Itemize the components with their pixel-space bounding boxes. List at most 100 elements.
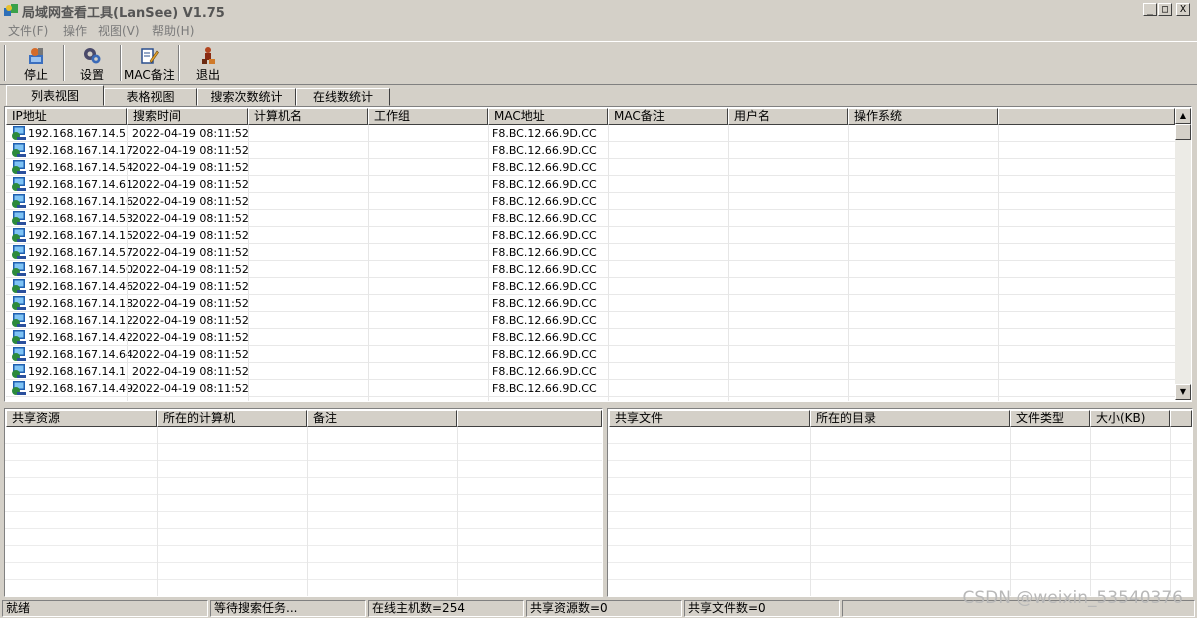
menu-operate[interactable]: 操作	[63, 22, 87, 39]
column-header-file-type[interactable]: 文件类型	[1010, 410, 1090, 427]
host-row[interactable]: 192.168.167.14.1 2022-04-19 08:11:52 F8.BC…	[6, 363, 1176, 380]
stop-button[interactable]: 停止	[14, 44, 58, 84]
cell-search-time: 2022-04-19 08:11:52	[132, 144, 249, 157]
grid-row-line	[608, 460, 1192, 461]
host-row[interactable]: 192.168.167.14.64 2022-04-19 08:11:52 F8.B…	[6, 346, 1176, 363]
host-row[interactable]: 192.168.167.14.12 2022-04-19 08:11:52 F8.B…	[6, 312, 1176, 329]
watermark: CSDN @weixin_53540376	[962, 588, 1183, 608]
computer-icon	[12, 262, 26, 276]
vertical-scrollbar[interactable]: ▲ ▼	[1175, 108, 1191, 400]
toolbar-grip	[4, 45, 6, 81]
status-file-count: 共享文件数=0	[684, 600, 840, 617]
shared-files-list[interactable]: 共享文件 所在的目录 文件类型 大小(KB)	[607, 408, 1193, 597]
column-divider	[307, 427, 308, 596]
column-header-ip[interactable]: IP地址	[6, 108, 127, 125]
grid-row-line	[5, 494, 602, 495]
column-header-directory[interactable]: 所在的目录	[810, 410, 1010, 427]
column-divider	[998, 125, 999, 401]
menu-view[interactable]: 视图(V)	[98, 22, 140, 39]
cell-ip: 192.168.167.14.16	[28, 195, 133, 208]
cell-mac: F8.BC.12.66.9D.CC	[492, 314, 597, 327]
cell-search-time: 2022-04-19 08:11:52	[132, 314, 249, 327]
cell-search-time: 2022-04-19 08:11:52	[132, 161, 249, 174]
host-row[interactable]: 192.168.167.14.54 2022-04-19 08:11:52 F8.B…	[6, 159, 1176, 176]
host-row[interactable]: 192.168.167.14.18 2022-04-19 08:11:52 F8.B…	[6, 295, 1176, 312]
cell-search-time: 2022-04-19 08:11:52	[132, 280, 249, 293]
host-row[interactable]: 192.168.167.14.50 2022-04-19 08:11:52 F8.B…	[6, 261, 1176, 278]
toolbar-separator	[178, 45, 180, 81]
column-header-mac-note[interactable]: MAC备注	[608, 108, 728, 125]
scroll-down-button[interactable]: ▼	[1175, 384, 1191, 400]
cell-ip: 192.168.167.14.54	[28, 161, 133, 174]
settings-icon	[84, 48, 101, 64]
scroll-thumb[interactable]	[1175, 124, 1191, 140]
host-row[interactable]: 192.168.167.14.46 2022-04-19 08:11:52 F8.B…	[6, 278, 1176, 295]
grid-row-line	[608, 579, 1192, 580]
cell-mac: F8.BC.12.66.9D.CC	[492, 144, 597, 157]
column-header-search-time[interactable]: 搜索时间	[127, 108, 248, 125]
cell-search-time: 2022-04-19 08:11:52	[132, 297, 249, 310]
status-share-count: 共享资源数=0	[526, 600, 682, 617]
menu-file[interactable]: 文件(F)	[8, 22, 48, 39]
computer-icon	[12, 160, 26, 174]
column-header-mac[interactable]: MAC地址	[488, 108, 608, 125]
column-header-share[interactable]: 共享资源	[6, 410, 157, 427]
host-row[interactable]: 192.168.167.14.61 2022-04-19 08:11:52 F8.B…	[6, 176, 1176, 193]
exit-icon	[202, 47, 215, 64]
menu-help[interactable]: 帮助(H)	[152, 22, 194, 39]
settings-label: 设置	[79, 68, 104, 82]
cell-ip: 192.168.167.14.50	[28, 263, 133, 276]
host-list[interactable]: IP地址 搜索时间 计算机名 工作组 MAC地址 MAC备注 用户名 操作系统 …	[4, 106, 1192, 402]
host-row[interactable]: 192.168.167.14.53 2022-04-19 08:11:52 F8.B…	[6, 210, 1176, 227]
close-button[interactable]: X	[1176, 3, 1190, 16]
minimize-button[interactable]: _	[1143, 3, 1157, 16]
exit-button[interactable]: 退出	[186, 44, 230, 84]
column-header-note[interactable]: 备注	[307, 410, 457, 427]
computer-icon	[12, 211, 26, 225]
cell-ip: 192.168.167.14.17	[28, 144, 133, 157]
host-row[interactable]: 192.168.167.14.5 2022-04-19 08:11:52 F8.BC…	[6, 125, 1176, 142]
computer-icon	[12, 381, 26, 395]
scroll-up-button[interactable]: ▲	[1175, 108, 1191, 124]
tab-table-view[interactable]: 表格视图	[104, 88, 197, 106]
host-row[interactable]: 192.168.167.14.57 2022-04-19 08:11:52 F8.B…	[6, 244, 1176, 261]
cell-ip: 192.168.167.14.5	[28, 127, 126, 140]
cell-mac: F8.BC.12.66.9D.CC	[492, 382, 597, 395]
tab-search-count[interactable]: 搜索次数统计	[197, 88, 296, 106]
cell-search-time: 2022-04-19 08:11:52	[132, 263, 249, 276]
column-header-host-computer[interactable]: 所在的计算机	[157, 410, 307, 427]
grid-row-line	[5, 579, 602, 580]
cell-search-time: 2022-04-19 08:11:52	[132, 331, 249, 344]
grid-row-line	[5, 443, 602, 444]
tab-list-view[interactable]: 列表视图	[6, 85, 104, 106]
settings-button[interactable]: 设置	[70, 44, 114, 84]
column-header-file[interactable]: 共享文件	[609, 410, 810, 427]
title-bar[interactable]: 局域网查看工具(LanSee) V1.75 _ □ X	[0, 0, 1197, 21]
column-header-computer-name[interactable]: 计算机名	[248, 108, 368, 125]
column-header-os[interactable]: 操作系统	[848, 108, 998, 125]
column-divider	[1010, 427, 1011, 596]
host-row[interactable]: 192.168.167.14.15 2022-04-19 08:11:52 F8.B…	[6, 227, 1176, 244]
mac-note-button[interactable]: MAC备注	[124, 44, 175, 84]
stop-label: 停止	[23, 68, 48, 82]
cell-ip: 192.168.167.14.61	[28, 178, 133, 191]
grid-row-line	[608, 528, 1192, 529]
cell-ip: 192.168.167.14.49	[28, 382, 133, 395]
host-row[interactable]: 192.168.167.14.42 2022-04-19 08:11:52 F8.B…	[6, 329, 1176, 346]
grid-row-line	[608, 511, 1192, 512]
host-row[interactable]: 192.168.167.14.49 2022-04-19 08:11:52 F8.B…	[6, 380, 1176, 397]
column-header-workgroup[interactable]: 工作组	[368, 108, 488, 125]
maximize-button[interactable]: □	[1158, 3, 1172, 16]
computer-icon	[12, 228, 26, 242]
computer-icon	[12, 279, 26, 293]
column-header-user[interactable]: 用户名	[728, 108, 848, 125]
app-icon	[4, 4, 18, 16]
shared-resources-list[interactable]: 共享资源 所在的计算机 备注	[4, 408, 603, 597]
column-header-size[interactable]: 大小(KB)	[1090, 410, 1170, 427]
grid-row-line	[5, 545, 602, 546]
host-row[interactable]: 192.168.167.14.17 2022-04-19 08:11:52 F8.B…	[6, 142, 1176, 159]
cell-ip: 192.168.167.14.64	[28, 348, 133, 361]
tab-online-count[interactable]: 在线数统计	[296, 88, 390, 106]
host-row[interactable]: 192.168.167.14.16 2022-04-19 08:11:52 F8.B…	[6, 193, 1176, 210]
edit-note-icon	[141, 48, 159, 64]
